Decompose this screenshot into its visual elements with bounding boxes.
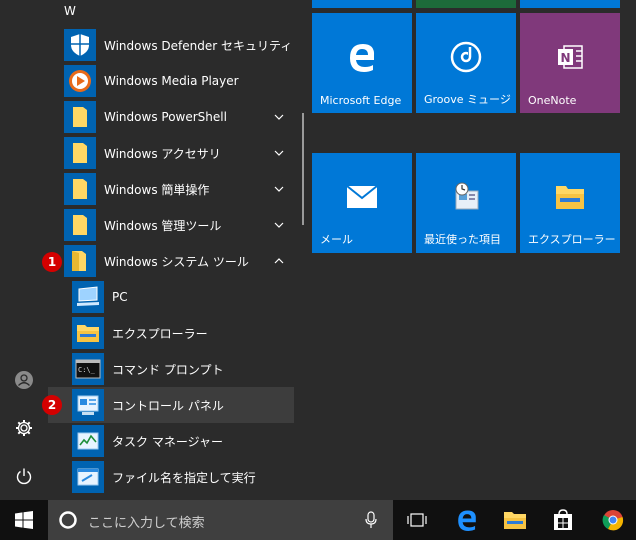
tile-partial[interactable] bbox=[520, 0, 620, 8]
gear-icon bbox=[16, 420, 32, 436]
folder-icon bbox=[504, 512, 526, 529]
tile-explorer[interactable]: エクスプローラー bbox=[520, 153, 620, 253]
app-list: W Windows Defender セキュリティ セン... Windows … bbox=[42, 0, 310, 500]
settings-button[interactable] bbox=[0, 406, 48, 450]
onenote-icon: N bbox=[550, 37, 590, 77]
groove-music-icon bbox=[446, 37, 486, 77]
mail-icon bbox=[342, 177, 382, 217]
edge-icon bbox=[458, 510, 476, 531]
cortana-icon bbox=[59, 511, 77, 529]
chevron-down-icon[interactable] bbox=[272, 110, 286, 124]
folder-icon bbox=[64, 173, 96, 205]
app-label: コマンド プロンプト bbox=[112, 362, 224, 377]
step-badge-2: 2 bbox=[42, 395, 62, 415]
run-icon bbox=[72, 461, 104, 493]
store-icon bbox=[554, 509, 572, 530]
app-list-scrollbar[interactable] bbox=[302, 113, 304, 225]
chevron-up-icon[interactable] bbox=[272, 254, 286, 268]
recent-items-icon bbox=[446, 177, 486, 217]
tile-mail[interactable]: メール bbox=[312, 153, 412, 253]
svg-text:N: N bbox=[561, 51, 571, 65]
app-explorer[interactable]: エクスプローラー bbox=[48, 315, 294, 351]
chrome-icon bbox=[602, 510, 624, 531]
app-command-prompt[interactable]: C:\_ コマンド プロンプト bbox=[48, 351, 294, 387]
app-label: Windows 管理ツール bbox=[104, 218, 222, 233]
tile-onenote[interactable]: N OneNote bbox=[520, 13, 620, 113]
taskbar: ここに入力して検索 bbox=[0, 500, 636, 540]
folder-icon bbox=[64, 137, 96, 169]
app-label: Windows アクセサリ bbox=[104, 146, 221, 161]
start-left-rail bbox=[0, 0, 48, 500]
taskbar-explorer-button[interactable] bbox=[491, 500, 539, 540]
app-task-manager[interactable]: タスク マネージャー bbox=[48, 423, 294, 459]
step-badge-1: 1 bbox=[42, 252, 62, 272]
windows-logo-icon bbox=[15, 511, 33, 529]
app-windows-media-player[interactable]: Windows Media Player bbox=[48, 63, 294, 99]
tile-label: エクスプローラー bbox=[528, 233, 616, 246]
chevron-down-icon[interactable] bbox=[272, 218, 286, 232]
power-icon bbox=[16, 468, 32, 485]
app-label: エクスプローラー bbox=[112, 326, 208, 341]
svg-text:C:\_: C:\_ bbox=[78, 366, 96, 374]
folder-icon bbox=[64, 209, 96, 241]
tile-partial[interactable] bbox=[416, 0, 516, 8]
app-label: Windows Media Player bbox=[104, 74, 239, 88]
user-account-button[interactable] bbox=[0, 358, 48, 402]
tile-label: 最近使った項目 bbox=[424, 233, 501, 246]
tile-groove-music[interactable]: Groove ミュージ... bbox=[416, 13, 516, 113]
app-label: Windows 簡単操作 bbox=[104, 182, 210, 197]
tile-recent-items[interactable]: 最近使った項目 bbox=[416, 153, 516, 253]
taskbar-store-button[interactable] bbox=[539, 500, 587, 540]
search-placeholder: ここに入力して検索 bbox=[88, 516, 205, 531]
app-label: タスク マネージャー bbox=[112, 434, 223, 449]
app-label: コントロール パネル bbox=[112, 398, 224, 413]
app-pc[interactable]: PC bbox=[48, 279, 294, 315]
app-label: PC bbox=[112, 290, 128, 304]
computer-icon bbox=[72, 281, 104, 313]
app-label: Windows PowerShell bbox=[104, 110, 227, 124]
shield-icon bbox=[64, 29, 96, 61]
explorer-icon bbox=[550, 177, 590, 217]
tile-label: Microsoft Edge bbox=[320, 94, 402, 107]
tile-label: Groove ミュージ... bbox=[424, 93, 512, 106]
folder-icon bbox=[64, 101, 96, 133]
tile-partial[interactable] bbox=[312, 0, 412, 8]
app-control-panel[interactable]: コントロール パネル bbox=[48, 387, 294, 423]
search-box[interactable]: ここに入力して検索 bbox=[48, 500, 393, 540]
power-button[interactable] bbox=[0, 454, 48, 498]
task-manager-icon bbox=[72, 425, 104, 457]
app-windows-system-tools[interactable]: Windows システム ツール bbox=[48, 243, 294, 279]
app-run[interactable]: ファイル名を指定して実行 bbox=[48, 459, 294, 495]
edge-icon bbox=[342, 37, 382, 77]
tile-microsoft-edge[interactable]: Microsoft Edge bbox=[312, 13, 412, 113]
app-windows-admin-tools[interactable]: Windows 管理ツール bbox=[48, 207, 294, 243]
task-view-button[interactable] bbox=[393, 500, 441, 540]
command-prompt-icon: C:\_ bbox=[72, 353, 104, 385]
media-player-icon bbox=[64, 65, 96, 97]
app-label: Windows システム ツール bbox=[104, 254, 249, 269]
app-label: Windows Defender セキュリティ セン... bbox=[104, 38, 292, 53]
folder-open-icon bbox=[64, 245, 96, 277]
microphone-icon[interactable] bbox=[364, 511, 378, 529]
app-windows-powershell[interactable]: Windows PowerShell bbox=[48, 99, 294, 135]
start-button[interactable] bbox=[0, 500, 48, 540]
taskbar-edge-button[interactable] bbox=[443, 500, 491, 540]
section-letter[interactable]: W bbox=[64, 4, 76, 18]
chevron-down-icon[interactable] bbox=[272, 146, 286, 160]
app-windows-defender[interactable]: Windows Defender セキュリティ セン... bbox=[48, 27, 294, 63]
app-label: ファイル名を指定して実行 bbox=[112, 470, 256, 485]
tile-label: メール bbox=[320, 233, 353, 246]
taskbar-chrome-button[interactable] bbox=[589, 500, 636, 540]
folder-icon bbox=[72, 317, 104, 349]
task-view-icon bbox=[407, 513, 427, 527]
app-windows-ease-of-access[interactable]: Windows 簡単操作 bbox=[48, 171, 294, 207]
control-panel-icon bbox=[72, 389, 104, 421]
app-windows-accessories[interactable]: Windows アクセサリ bbox=[48, 135, 294, 171]
user-icon bbox=[15, 371, 33, 389]
chevron-down-icon[interactable] bbox=[272, 182, 286, 196]
tile-label: OneNote bbox=[528, 94, 577, 107]
